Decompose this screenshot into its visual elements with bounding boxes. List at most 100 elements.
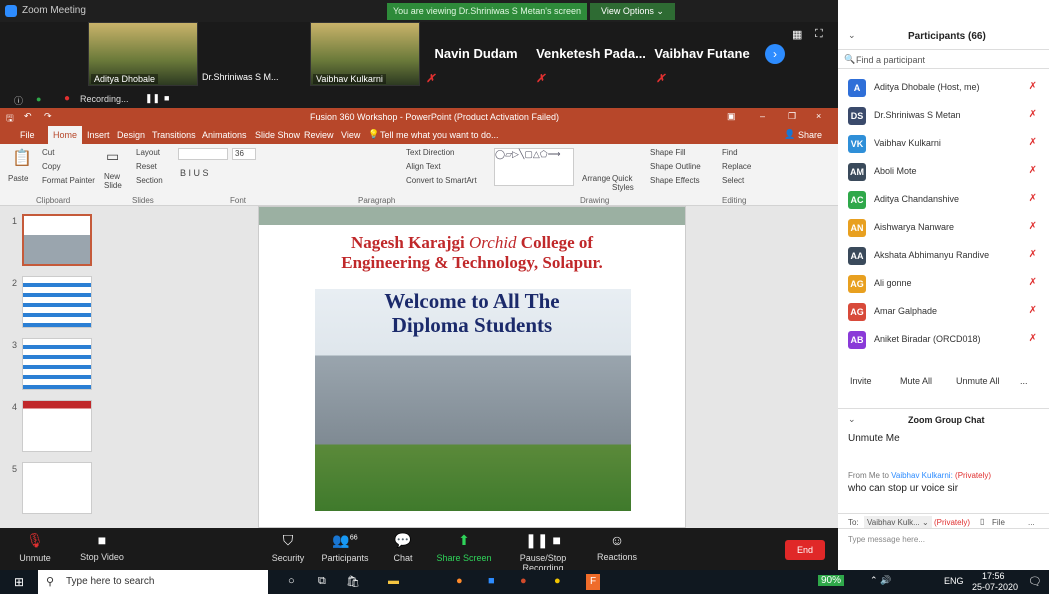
- slide-thumb-1[interactable]: [22, 214, 92, 266]
- tab-slideshow[interactable]: Slide Show: [255, 130, 300, 140]
- muted-mic-icon[interactable]: ✗: [1029, 165, 1037, 176]
- current-slide[interactable]: Nagesh Karajgi Orchid College of Enginee…: [258, 206, 686, 528]
- powerpoint-taskbar-icon[interactable]: ●: [520, 575, 527, 587]
- muted-mic-icon[interactable]: ✗: [1029, 109, 1037, 120]
- muted-mic-icon[interactable]: ✗: [1029, 193, 1037, 204]
- reset-button[interactable]: Reset: [136, 162, 157, 171]
- ppt-maximize-icon[interactable]: ❐: [788, 111, 796, 122]
- ppt-close-icon[interactable]: ×: [816, 111, 821, 121]
- shape-effects-button[interactable]: Shape Effects: [650, 176, 700, 185]
- ribbon-display-icon[interactable]: ▣: [727, 111, 736, 122]
- participant-row[interactable]: AG Amar Galphade ✗: [838, 298, 1049, 326]
- font-size-box[interactable]: 36: [232, 148, 256, 160]
- fullscreen-icon[interactable]: ⛶: [815, 28, 823, 41]
- clock-time[interactable]: 17:56: [982, 571, 1005, 581]
- tab-review[interactable]: Review: [304, 130, 334, 140]
- section-button[interactable]: Section: [136, 176, 163, 185]
- name-tile-venketesh[interactable]: Venketesh Pada... ✗: [532, 22, 650, 86]
- name-tile-shriniwas[interactable]: Dr.Shriniwas S M...: [200, 22, 308, 86]
- paste-icon[interactable]: 📋: [12, 148, 32, 168]
- format-painter-button[interactable]: Format Painter: [42, 176, 95, 185]
- recording-controls-button[interactable]: ❚❚ ■ Pause/Stop Recording: [500, 532, 586, 573]
- tab-transitions[interactable]: Transitions: [152, 130, 196, 140]
- security-button[interactable]: ⛉ Security: [268, 532, 308, 563]
- clock-date[interactable]: 25-07-2020: [972, 582, 1018, 592]
- convert-smartart-button[interactable]: Convert to SmartArt: [406, 176, 477, 185]
- view-options-button[interactable]: View Options ⌄: [590, 3, 675, 20]
- chrome-icon[interactable]: ●: [554, 575, 561, 587]
- muted-mic-icon[interactable]: ✗: [1029, 221, 1037, 232]
- participant-row[interactable]: AC Aditya Chandanshive ✗: [838, 186, 1049, 214]
- stop-recording-icon[interactable]: ■: [164, 93, 169, 103]
- video-tile-aditya[interactable]: Aditya Dhobale: [88, 22, 198, 86]
- font-name-box[interactable]: [178, 148, 228, 160]
- tell-me-input[interactable]: Tell me what you want to do...: [380, 130, 499, 140]
- slide-thumb-5[interactable]: [22, 462, 92, 514]
- replace-button[interactable]: Replace: [722, 162, 751, 171]
- participant-row[interactable]: AA Akshata Abhimanyu Randive ✗: [838, 242, 1049, 270]
- muted-mic-icon[interactable]: ✗: [1029, 305, 1037, 316]
- firefox-icon[interactable]: ●: [456, 575, 463, 587]
- name-tile-vaibhav-futane[interactable]: Vaibhav Futane ✗: [652, 22, 752, 86]
- shape-fill-button[interactable]: Shape Fill: [650, 148, 686, 157]
- quick-styles-button[interactable]: Quick Styles: [612, 174, 642, 192]
- gallery-next-icon[interactable]: ›: [765, 44, 785, 64]
- new-slide-icon[interactable]: ▭: [106, 148, 119, 165]
- participant-search[interactable]: 🔍 Find a participant: [838, 49, 1049, 69]
- find-button[interactable]: Find: [722, 148, 738, 157]
- tab-design[interactable]: Design: [117, 130, 145, 140]
- participant-row[interactable]: VK Vaibhav Kulkarni ✗: [838, 130, 1049, 158]
- end-meeting-button[interactable]: End: [785, 540, 825, 560]
- more-options-button[interactable]: ...: [1020, 376, 1028, 386]
- slide-thumb-3[interactable]: [22, 338, 92, 390]
- file-explorer-icon[interactable]: ▬: [388, 575, 399, 587]
- shape-outline-button[interactable]: Shape Outline: [650, 162, 701, 171]
- font-format-icons[interactable]: B I U S: [180, 168, 209, 178]
- select-button[interactable]: Select: [722, 176, 744, 185]
- file-icon[interactable]: ▯: [980, 517, 984, 526]
- participant-row[interactable]: A Aditya Dhobale (Host, me) ✗: [838, 74, 1049, 102]
- arrange-button[interactable]: Arrange: [582, 174, 610, 183]
- participant-row[interactable]: DS Dr.Shriniwas S Metan ✗: [838, 102, 1049, 130]
- video-tile-vaibhav[interactable]: Vaibhav Kulkarni: [310, 22, 420, 86]
- undo-icon[interactable]: ↶: [24, 111, 32, 122]
- tray-icons[interactable]: ⌃ 🔊: [870, 575, 891, 586]
- reactions-button[interactable]: ☺ Reactions: [594, 532, 640, 562]
- taskbar-search[interactable]: ⚲ Type here to search: [38, 570, 268, 594]
- shapes-gallery[interactable]: ◯▱▷╲▢△⬠⟶: [494, 148, 574, 186]
- copy-button[interactable]: Copy: [42, 162, 61, 171]
- app-f-icon[interactable]: F: [586, 574, 600, 590]
- layout-button[interactable]: Layout: [136, 148, 160, 157]
- muted-mic-icon[interactable]: ✗: [1029, 81, 1037, 92]
- muted-mic-icon[interactable]: ✗: [1029, 249, 1037, 260]
- participant-row[interactable]: AM Aboli Mote ✗: [838, 158, 1049, 186]
- unmute-all-button[interactable]: Unmute All: [956, 376, 1000, 386]
- tab-view[interactable]: View: [341, 130, 360, 140]
- tab-file[interactable]: File: [20, 130, 35, 140]
- view-layout-icon[interactable]: ▦: [792, 28, 802, 41]
- stop-video-button[interactable]: ■ Stop Video: [78, 532, 126, 562]
- slide-thumb-2[interactable]: [22, 276, 92, 328]
- new-slide-button[interactable]: New Slide: [104, 172, 128, 190]
- slide-thumb-4[interactable]: [22, 400, 92, 452]
- language-indicator[interactable]: ENG: [944, 576, 964, 586]
- share-screen-button[interactable]: ⬆ Share Screen: [436, 532, 492, 563]
- pause-recording-icon[interactable]: ❚❚: [145, 93, 160, 104]
- cortana-icon[interactable]: ○: [288, 575, 295, 587]
- chat-input[interactable]: Type message here...: [838, 528, 1049, 570]
- participants-button[interactable]: 👥66 Participants: [318, 532, 372, 563]
- muted-mic-icon[interactable]: ✗: [1029, 137, 1037, 148]
- chat-button[interactable]: 💬 Chat: [388, 532, 418, 563]
- participant-row[interactable]: AG Ali gonne ✗: [838, 270, 1049, 298]
- chat-more-button[interactable]: ...: [1028, 518, 1035, 527]
- text-direction-button[interactable]: Text Direction: [406, 148, 454, 157]
- muted-mic-icon[interactable]: ✗: [1029, 277, 1037, 288]
- align-text-button[interactable]: Align Text: [406, 162, 441, 171]
- invite-button[interactable]: Invite: [850, 376, 872, 386]
- tab-home[interactable]: Home: [48, 126, 83, 144]
- save-icon[interactable]: 🖫: [6, 111, 14, 127]
- chat-collapse-icon[interactable]: ⌄: [848, 414, 856, 425]
- shield-icon[interactable]: ●: [36, 94, 41, 104]
- collapse-chevron-icon[interactable]: ⌄: [848, 30, 856, 41]
- store-icon[interactable]: 🛍: [346, 575, 360, 588]
